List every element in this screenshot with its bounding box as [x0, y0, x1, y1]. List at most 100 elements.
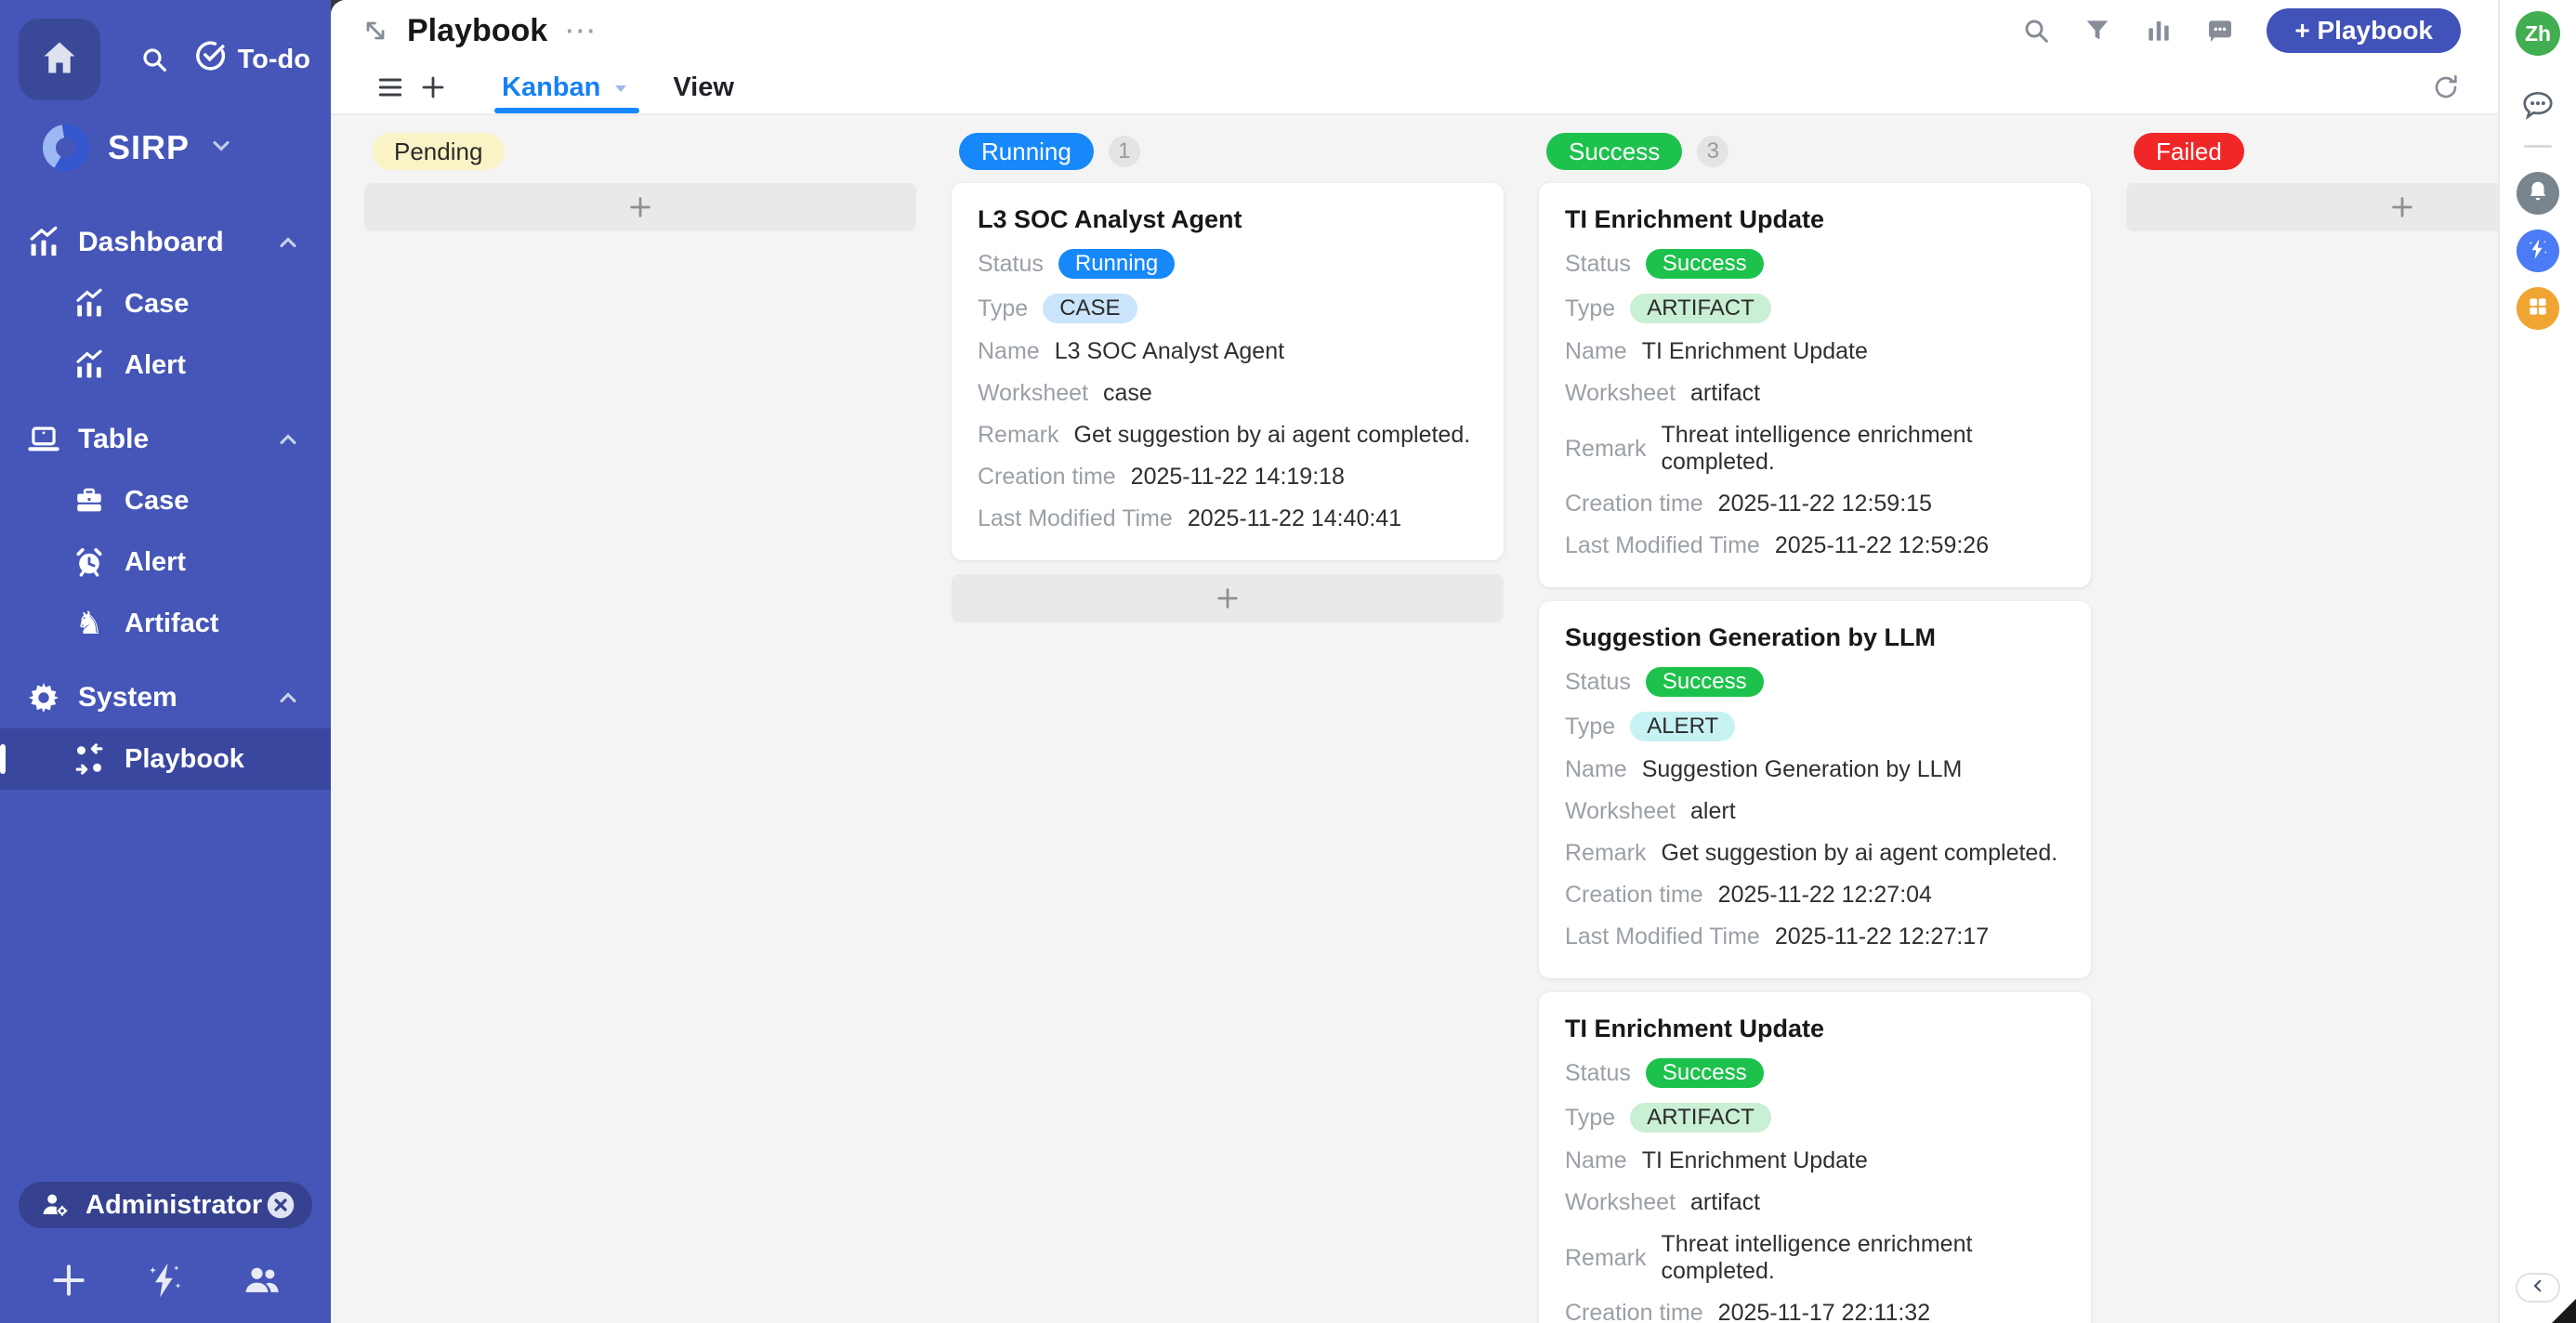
kanban-column-running: Running 1 L3 SOC Analyst Agent StatusRunnin…	[952, 132, 1504, 1323]
column-count-badge: 1	[1109, 136, 1140, 167]
card-field-row: NameL3 SOC Analyst Agent	[978, 338, 1478, 365]
add-card-button[interactable]	[2126, 183, 2498, 231]
chart-trend-icon	[72, 287, 106, 321]
sidebar-top: To-do	[0, 0, 331, 100]
chart-trend-icon	[26, 225, 61, 260]
view-list-icon[interactable]	[375, 72, 405, 102]
briefcase-icon	[72, 484, 106, 517]
sidebar-item-alert[interactable]: Alert	[0, 334, 331, 396]
avatar[interactable]: Zh	[2516, 11, 2560, 56]
more-options-icon[interactable]: ⋯	[564, 21, 598, 40]
kanban-card[interactable]: L3 SOC Analyst Agent StatusRunning TypeCAS…	[952, 183, 1504, 560]
automation-button[interactable]	[2517, 229, 2559, 272]
card-field-row: TypeARTIFACT	[1565, 294, 2065, 323]
notifications-button[interactable]	[2517, 172, 2559, 215]
column-header: Failed	[2134, 132, 2498, 171]
card-field-row: Creation time2025-11-22 12:59:15	[1565, 491, 2065, 517]
chat-bubble-icon[interactable]	[2520, 87, 2556, 123]
kanban-card[interactable]: TI Enrichment UpdateStatusSuccessTypeART…	[1539, 992, 2091, 1323]
add-button[interactable]	[48, 1260, 89, 1301]
card-field-row: Last Modified Time2025-11-22 12:27:17	[1565, 923, 2065, 950]
card-modified-time-value: 2025-11-22 14:40:41	[1188, 505, 1401, 532]
card-field-row: StatusRunning	[978, 249, 1478, 279]
filter-icon[interactable]	[2083, 16, 2112, 46]
card-worksheet-value: artifact	[1690, 1189, 1760, 1216]
main-area: Playbook ⋯ + Playbook K	[331, 0, 2498, 1323]
chevron-left-icon	[2530, 1277, 2546, 1299]
sidebar-item-case[interactable]: Case	[0, 470, 331, 531]
add-view-icon[interactable]	[418, 72, 448, 102]
sidebar-item-playbook[interactable]: Playbook	[0, 728, 331, 790]
todo-button[interactable]: To-do	[193, 39, 310, 80]
sidebar-section-table[interactable]: Table	[0, 409, 331, 470]
app-root: To-do SIRP DashboardCaseAlertTableCaseAl…	[0, 0, 2576, 1323]
sidebar-section-label: Dashboard	[78, 227, 275, 258]
caret-down-icon	[610, 76, 632, 98]
search-icon[interactable]	[2021, 16, 2051, 46]
card-name-value: TI Enrichment Update	[1642, 338, 1868, 365]
sidebar-item-label: Alert	[125, 350, 186, 381]
tab-kanban[interactable]: Kanban	[481, 61, 652, 113]
search-icon[interactable]	[139, 45, 169, 74]
card-field-row: NameSuggestion Generation by LLM	[1565, 756, 2065, 783]
comment-icon[interactable]	[2205, 16, 2235, 46]
magic-bolt-icon[interactable]	[145, 1260, 186, 1301]
refresh-icon[interactable]	[2431, 72, 2461, 102]
card-field-row: RemarkGet suggestion by ai agent complet…	[1565, 840, 2065, 867]
workspace-switcher[interactable]: SIRP	[0, 124, 331, 171]
sidebar-item-artifact[interactable]: ♞Artifact	[0, 593, 331, 654]
column-status-badge[interactable]: Success	[1546, 133, 1682, 170]
tab-view[interactable]: View	[652, 61, 755, 113]
home-button[interactable]	[19, 19, 100, 100]
kanban-card[interactable]: TI Enrichment UpdateStatusSuccessTypeART…	[1539, 183, 2091, 587]
administrator-pill[interactable]: Administrator	[19, 1182, 312, 1228]
card-type-pill: ARTIFACT	[1630, 294, 1771, 323]
sidebar-section-system[interactable]: System	[0, 667, 331, 728]
expand-diagonal-icon[interactable]	[361, 16, 390, 46]
close-circle-icon[interactable]	[264, 1188, 297, 1222]
workspace-logo-icon	[43, 124, 89, 171]
card-worksheet-value: alert	[1690, 798, 1736, 825]
card-type-pill: ARTIFACT	[1630, 1103, 1771, 1133]
column-status-badge[interactable]: Failed	[2134, 133, 2244, 170]
card-creation-time-value: 2025-11-17 22:11:32	[1718, 1300, 1930, 1323]
members-icon[interactable]	[242, 1260, 283, 1301]
sidebar-menu: DashboardCaseAlertTableCaseAlert♞Artifac…	[0, 212, 331, 803]
sidebar-item-case[interactable]: Case	[0, 273, 331, 334]
card-field-row: Worksheetalert	[1565, 798, 2065, 825]
add-card-button[interactable]	[364, 183, 916, 231]
add-card-button[interactable]	[952, 574, 1504, 622]
new-playbook-button[interactable]: + Playbook	[2267, 8, 2461, 53]
chevron-down-icon	[208, 133, 234, 164]
column-status-badge[interactable]: Pending	[372, 133, 505, 170]
card-status-pill: Running	[1058, 249, 1175, 279]
column-status-badge[interactable]: Running	[959, 133, 1094, 170]
sidebar-item-label: Playbook	[125, 744, 244, 775]
kanban-card[interactable]: Suggestion Generation by LLMStatusSucces…	[1539, 601, 2091, 978]
card-remark-value: Threat intelligence enrichment completed…	[1662, 1231, 2065, 1285]
apps-button[interactable]	[2517, 287, 2559, 330]
card-creation-time-value: 2025-11-22 14:19:18	[1131, 464, 1345, 491]
chevron-up-icon	[275, 426, 301, 452]
column-header: Success3	[1546, 132, 2091, 171]
sidebar-section-label: System	[78, 682, 275, 714]
card-field-row: Last Modified Time2025-11-22 12:59:26	[1565, 532, 2065, 559]
card-field-row: Worksheetartifact	[1565, 380, 2065, 407]
card-title: L3 SOC Analyst Agent	[978, 205, 1478, 234]
sidebar-item-label: Artifact	[125, 609, 219, 639]
card-title: TI Enrichment Update	[1565, 205, 2065, 234]
bar-chart-icon[interactable]	[2144, 16, 2174, 46]
right-rail: Zh	[2498, 0, 2576, 1323]
todo-label: To-do	[238, 45, 310, 75]
card-field-row: TypeCASE	[978, 294, 1478, 323]
card-field-row: Last Modified Time2025-11-22 14:40:41	[978, 505, 1478, 532]
sidebar-section-dashboard[interactable]: Dashboard	[0, 212, 331, 273]
sidebar-item-alert[interactable]: Alert	[0, 531, 331, 593]
card-field-row: RemarkThreat intelligence enrichment com…	[1565, 1231, 2065, 1285]
laptop-icon	[26, 422, 61, 457]
card-remark-value: Get suggestion by ai agent completed.	[1074, 422, 1471, 449]
card-field-row: Creation time2025-11-22 14:19:18	[978, 464, 1478, 491]
card-field-row: Creation time2025-11-22 12:27:04	[1565, 882, 2065, 909]
kanban-column-failed: Failed	[2126, 132, 2498, 1323]
chart-trend-icon	[72, 348, 106, 382]
